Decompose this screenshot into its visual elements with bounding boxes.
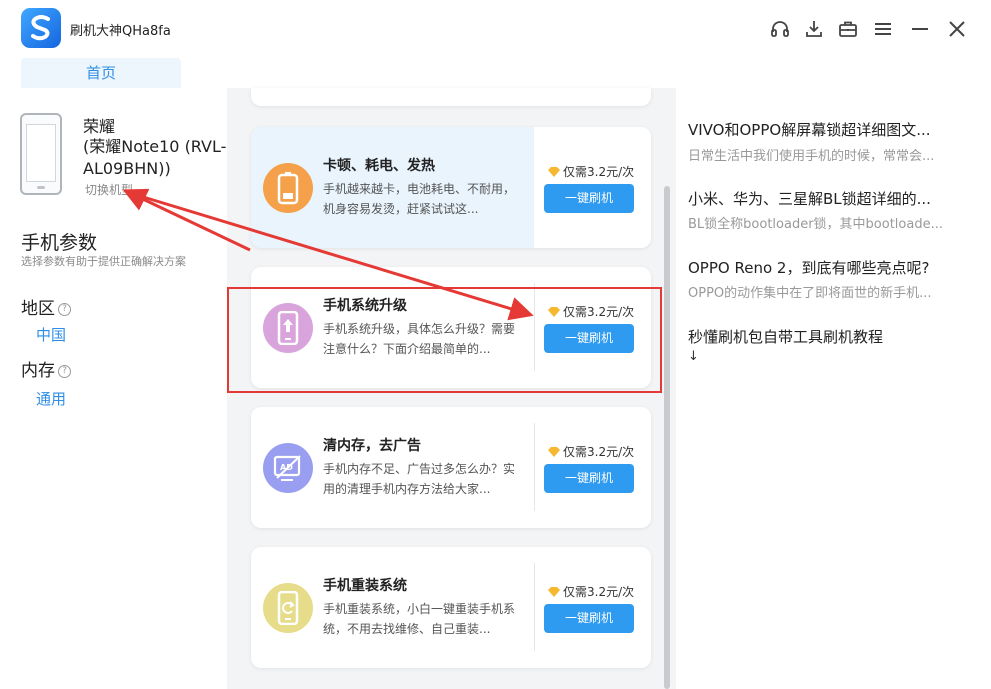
article-summary: BL锁全称bootloader锁，其中bootloade... xyxy=(688,217,943,232)
service-card[interactable]: 卡顿、耗电、发热 手机越来越卡，电池耗电、不耐用，机身容易发烫，赶紧试试这...… xyxy=(251,127,651,248)
toolbox-icon[interactable] xyxy=(836,17,860,41)
article-panel: VIVO和OPPO解屏幕锁超详细图文... 日常生活中我们使用手机的时候，常常会… xyxy=(676,88,991,689)
region-value[interactable]: 中国 xyxy=(36,324,66,345)
flash-button[interactable]: 一键刷机 xyxy=(544,464,634,493)
help-icon[interactable]: ? xyxy=(58,365,71,378)
article-title[interactable]: OPPO Reno 2，到底有哪些亮点呢? xyxy=(688,257,929,278)
battery-icon xyxy=(263,163,313,213)
tab-home[interactable]: 首页 xyxy=(21,58,181,88)
card-stub xyxy=(251,88,651,106)
title-bar: 刷机大神QHa8fa xyxy=(0,0,991,58)
scrollbar-thumb[interactable] xyxy=(664,186,670,689)
card-title: 卡顿、耗电、发热 xyxy=(323,158,435,174)
memory-value[interactable]: 通用 xyxy=(36,388,66,409)
phone-reinstall-icon xyxy=(263,583,313,633)
card-desc: 手机越来越卡，电池耗电、不耐用，机身容易发烫，赶紧试试这... xyxy=(323,182,516,216)
diamond-icon xyxy=(548,447,560,457)
price-label: 仅需3.2元/次 xyxy=(548,443,634,460)
close-icon[interactable] xyxy=(945,17,969,41)
tab-row: 首页 xyxy=(0,58,991,88)
diamond-icon xyxy=(548,587,560,597)
phone-icon xyxy=(20,113,62,195)
card-title: 清内存，去广告 xyxy=(323,438,421,454)
params-subtitle: 选择参数有助于提供正确解决方案 xyxy=(21,255,186,268)
service-card[interactable]: 手机重装系统 手机重装系统，小白一键重装手机系统，不用去找维修、自己重装... … xyxy=(251,547,651,668)
menu-icon[interactable] xyxy=(871,17,895,41)
headset-icon[interactable] xyxy=(768,17,792,41)
device-model: (荣耀Note10 (RVL-AL09BHN)) xyxy=(83,137,227,178)
region-label: 地区? xyxy=(21,294,71,319)
price-label: 仅需3.2元/次 xyxy=(548,163,634,180)
card-action: 仅需3.2元/次 一键刷机 xyxy=(534,127,651,248)
device-panel: 荣耀 (荣耀Note10 (RVL-AL09BHN)) 切换机型 手机参数 选择… xyxy=(0,88,227,689)
article-summary: 日常生活中我们使用手机的时候，常常会... xyxy=(688,149,935,164)
service-card[interactable]: AD 清内存，去广告 手机内存不足、广告过多怎么办？实用的清理手机内存方法给大家… xyxy=(251,407,651,528)
card-action: 仅需3.2元/次 一键刷机 xyxy=(534,407,651,528)
card-action: 仅需3.2元/次 一键刷机 xyxy=(534,547,651,668)
memory-label-text: 内存 xyxy=(21,361,55,381)
card-desc: 手机内存不足、广告过多怎么办？实用的清理手机内存方法给大家... xyxy=(323,462,516,496)
article-title[interactable]: 小米、华为、三星解BL锁超详细的... xyxy=(688,188,931,209)
price-label: 仅需3.2元/次 xyxy=(548,583,634,600)
download-icon[interactable] xyxy=(802,17,826,41)
card-desc: 手机重装系统，小白一键重装手机系统，不用去找维修、自己重装... xyxy=(323,602,516,636)
article-summary: OPPO的动作集中在了即将面世的新手机... xyxy=(688,286,932,301)
device-brand: 荣耀 xyxy=(83,117,116,136)
flash-button[interactable]: 一键刷机 xyxy=(544,604,634,633)
card-title: 手机重装系统 xyxy=(323,578,407,594)
article-summary: ↓ xyxy=(688,349,699,364)
ad-block-icon: AD xyxy=(263,443,313,493)
switch-model-link[interactable]: 切换机型 xyxy=(85,181,133,198)
app-logo xyxy=(21,8,61,48)
diamond-icon xyxy=(548,167,560,177)
flash-button[interactable]: 一键刷机 xyxy=(544,184,634,213)
app-title: 刷机大神QHa8fa xyxy=(70,24,171,39)
article-title[interactable]: VIVO和OPPO解屏幕锁超详细图文... xyxy=(688,119,931,140)
help-icon[interactable]: ? xyxy=(58,303,71,316)
minimize-icon[interactable] xyxy=(908,17,932,41)
article-title[interactable]: 秒懂刷机包自带工具刷机教程 xyxy=(688,326,883,347)
highlight-box xyxy=(227,287,662,393)
params-title: 手机参数 xyxy=(21,232,98,254)
region-label-text: 地区 xyxy=(21,299,55,319)
memory-label: 内存? xyxy=(21,356,71,381)
